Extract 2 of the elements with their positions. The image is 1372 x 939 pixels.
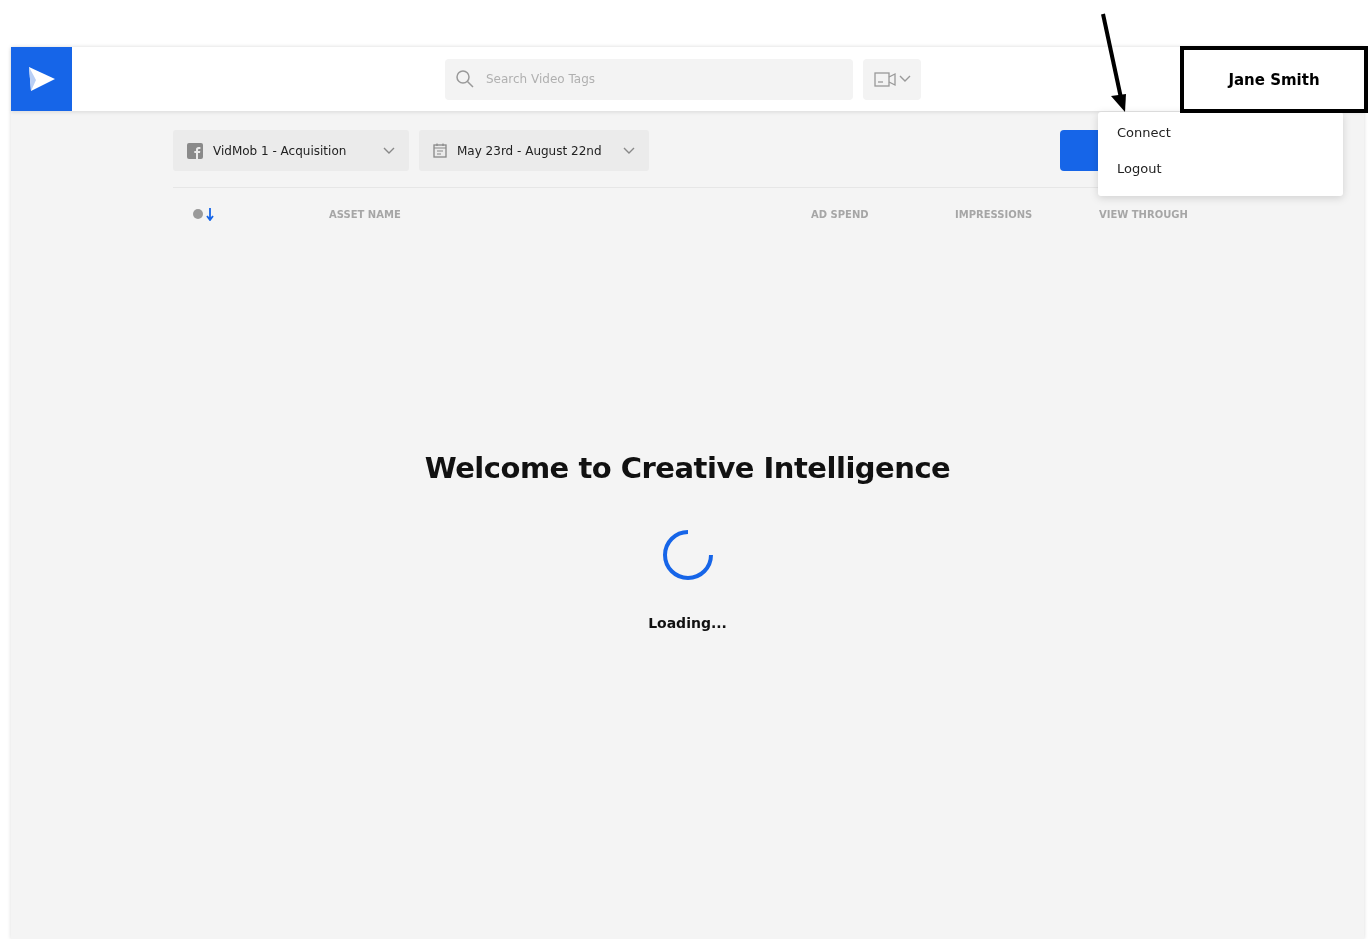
loading-text: Loading... [648, 615, 727, 631]
welcome-title: Welcome to Creative Intelligence [424, 451, 951, 485]
